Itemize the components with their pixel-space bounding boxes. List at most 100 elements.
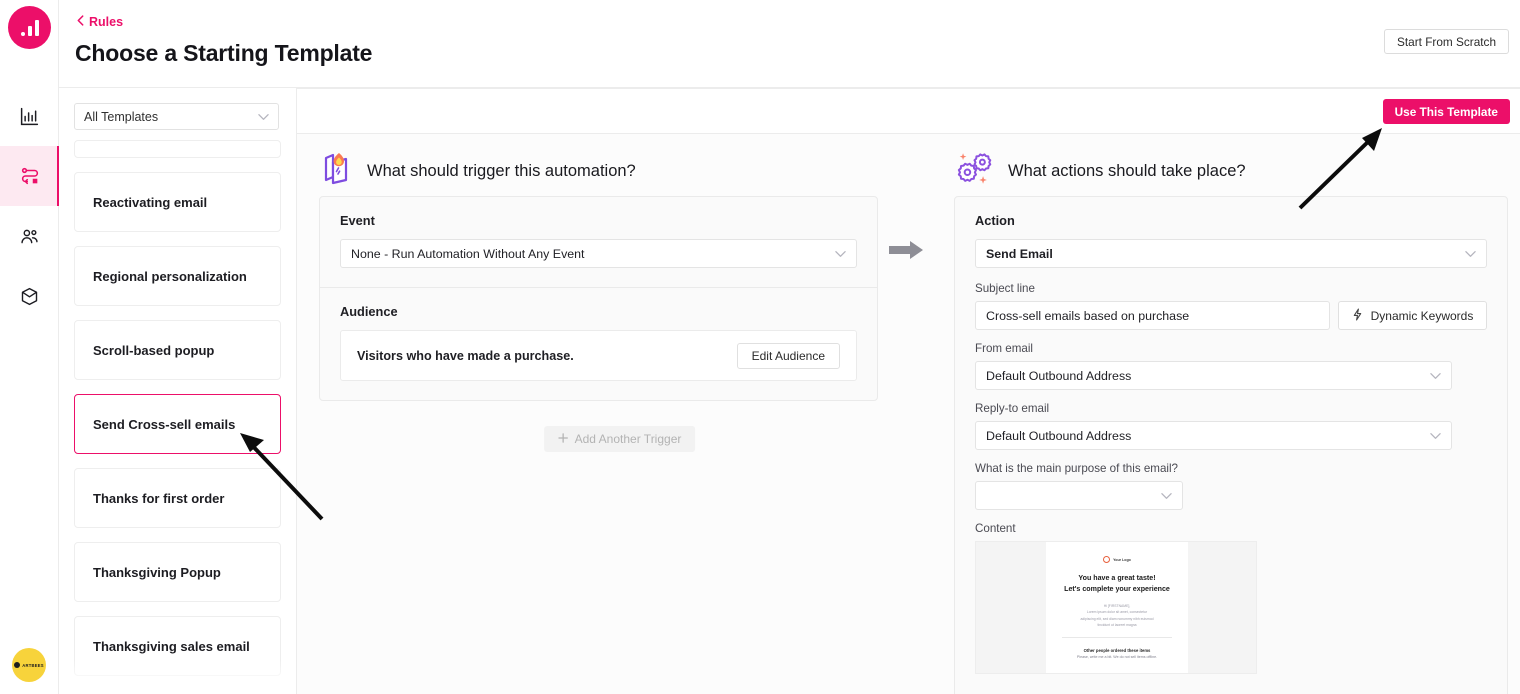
badge-dot-icon — [14, 662, 21, 668]
subject-line-input[interactable]: Cross-sell emails based on purchase — [975, 301, 1330, 330]
chevron-down-icon — [1430, 369, 1441, 383]
canvas-toolbar: Use This Template — [297, 89, 1520, 134]
action-panel: Action Send Email Subject line Cross-sel… — [954, 196, 1508, 694]
app-root: ARTBEES Rules Choose a Starting Template… — [0, 0, 1520, 694]
list-item[interactable]: Scroll-based popup — [74, 320, 281, 380]
subject-line-group: Subject line Cross-sell emails based on … — [975, 282, 1487, 330]
canvas-columns: What should trigger this automation? Eve… — [297, 134, 1520, 694]
subject-line-label: Subject line — [975, 282, 1035, 295]
email-purpose-label: What is the main purpose of this email? — [975, 462, 1178, 475]
add-another-trigger-button[interactable]: Add Another Trigger — [543, 426, 696, 452]
action-fields: Subject line Cross-sell emails based on … — [975, 282, 1487, 674]
bar-chart-icon — [19, 106, 40, 127]
automation-canvas: Use This Template What should trigger th… — [297, 88, 1520, 694]
preview-headline: You have a great taste! Let's complete y… — [1046, 573, 1188, 595]
preview-headline-line1: You have a great taste! — [1078, 574, 1156, 582]
badge-label: ARTBEES — [22, 662, 44, 668]
event-label: Event — [340, 213, 375, 228]
preview-sub-line1: Other people ordered these items — [1083, 648, 1151, 654]
lightning-bolt-icon — [1352, 307, 1363, 324]
list-item[interactable]: Thanksgiving sales email — [74, 616, 281, 676]
breadcrumb-rules[interactable]: Rules — [77, 15, 123, 29]
artbees-badge[interactable]: ARTBEES — [12, 648, 46, 682]
reply-to-email-group: Reply-to email Default Outbound Address — [975, 402, 1487, 450]
list-item-selected[interactable]: Send Cross-sell emails — [74, 394, 281, 454]
lighter-flame-icon — [319, 150, 353, 193]
from-email-group: From email Default Outbound Address — [975, 342, 1487, 390]
package-box-icon — [19, 286, 40, 307]
list-item[interactable]: Regional personalization — [74, 246, 281, 306]
right-region: Rules Choose a Starting Template Start F… — [59, 0, 1520, 694]
reply-to-email-label: Reply-to email — [975, 402, 1050, 415]
email-purpose-select[interactable] — [975, 481, 1183, 510]
gears-sparkle-icon — [954, 149, 994, 194]
start-from-scratch-button[interactable]: Start From Scratch — [1384, 29, 1509, 54]
list-item[interactable]: Reactivating email — [74, 172, 281, 232]
content-label: Content — [975, 522, 1016, 535]
event-select[interactable]: None - Run Automation Without Any Event — [340, 239, 857, 268]
automation-flow-icon — [19, 165, 41, 187]
dynamic-keywords-button[interactable]: Dynamic Keywords — [1338, 301, 1487, 330]
audience-description: Visitors who have made a purchase. — [357, 348, 574, 363]
breadcrumb-label: Rules — [89, 15, 124, 29]
sidebar-item-audience[interactable] — [0, 206, 59, 266]
template-list-column: All Templates Reactivating email Regiona… — [59, 88, 297, 694]
reply-to-email-select[interactable]: Default Outbound Address — [975, 421, 1452, 450]
audience-box: Visitors who have made a purchase. Edit … — [340, 330, 857, 381]
trigger-column: What should trigger this automation? Eve… — [297, 134, 942, 694]
chevron-down-icon — [258, 110, 269, 124]
sidebar-item-analytics[interactable] — [0, 86, 59, 146]
action-heading: What actions should take place? — [1008, 161, 1246, 180]
trigger-section-header: What should trigger this automation? — [297, 134, 942, 196]
email-preview-body: Your Logo You have a great taste! Let's … — [1046, 542, 1188, 673]
sidebar-item-products[interactable] — [0, 266, 59, 326]
preview-headline-line2: Let's complete your experience — [1064, 584, 1170, 593]
from-email-label: From email — [975, 342, 1033, 355]
action-column: What actions should take place? Action S… — [942, 134, 1520, 694]
list-item[interactable]: Thanksgiving Popup — [74, 542, 281, 602]
preview-logo: Your Logo — [1046, 556, 1188, 563]
preview-body-line4: tincidunt ut laoreet magna — [1097, 622, 1137, 627]
action-type-select[interactable]: Send Email — [975, 239, 1487, 268]
email-preview[interactable]: Your Logo You have a great taste! Let's … — [975, 541, 1257, 674]
event-row: Event None - Run Automation Without Any … — [320, 197, 877, 287]
trigger-heading: What should trigger this automation? — [367, 161, 636, 180]
list-item[interactable]: Thanks for first order — [74, 468, 281, 528]
sidebar-item-rules[interactable] — [0, 146, 59, 206]
preview-subsection: Other people ordered these items Please,… — [1046, 647, 1188, 660]
audience-label: Audience — [340, 304, 398, 319]
preview-sub-line2: Please, write me a bit. We do not sell i… — [1076, 655, 1158, 660]
rail-items — [0, 86, 59, 326]
flow-arrow-icon — [889, 239, 925, 261]
audience-people-icon — [19, 226, 40, 247]
page-header: Rules Choose a Starting Template Start F… — [59, 0, 1520, 88]
content-group: Content Your Logo You have a great taste… — [975, 522, 1487, 674]
analytics-bars-logo[interactable] — [8, 6, 51, 49]
template-filter-select[interactable]: All Templates — [74, 103, 279, 130]
trigger-panel: Event None - Run Automation Without Any … — [319, 196, 878, 401]
list-item[interactable] — [74, 140, 281, 158]
chevron-left-icon — [77, 15, 84, 29]
from-email-value: Default Outbound Address — [986, 368, 1132, 383]
chevron-down-icon — [1161, 489, 1172, 503]
page-title: Choose a Starting Template — [75, 40, 373, 66]
add-another-trigger-label: Add Another Trigger — [574, 432, 682, 446]
from-email-select[interactable]: Default Outbound Address — [975, 361, 1452, 390]
action-label: Action — [975, 213, 1015, 228]
template-list-scroll[interactable]: Reactivating email Regional personalizat… — [59, 140, 296, 694]
action-type-value: Send Email — [986, 246, 1053, 261]
email-purpose-group: What is the main purpose of this email? — [975, 462, 1487, 510]
preview-divider — [1062, 637, 1172, 639]
body-split: All Templates Reactivating email Regiona… — [59, 88, 1520, 694]
preview-body: Hi [FIRSTNAME], Lorem ipsum dolor sit am… — [1046, 603, 1188, 628]
edit-audience-button[interactable]: Edit Audience — [736, 342, 840, 369]
audience-row: Audience Visitors who have made a purcha… — [320, 287, 877, 400]
reply-to-email-value: Default Outbound Address — [986, 428, 1132, 443]
left-icon-rail: ARTBEES — [0, 0, 59, 694]
action-row: Action Send Email Subject line Cross-sel… — [955, 197, 1507, 694]
chevron-down-icon — [835, 247, 846, 261]
subject-line-value: Cross-sell emails based on purchase — [986, 308, 1190, 323]
plus-icon — [557, 432, 568, 446]
use-this-template-button[interactable]: Use This Template — [1382, 99, 1510, 124]
event-select-value: None - Run Automation Without Any Event — [351, 246, 585, 261]
